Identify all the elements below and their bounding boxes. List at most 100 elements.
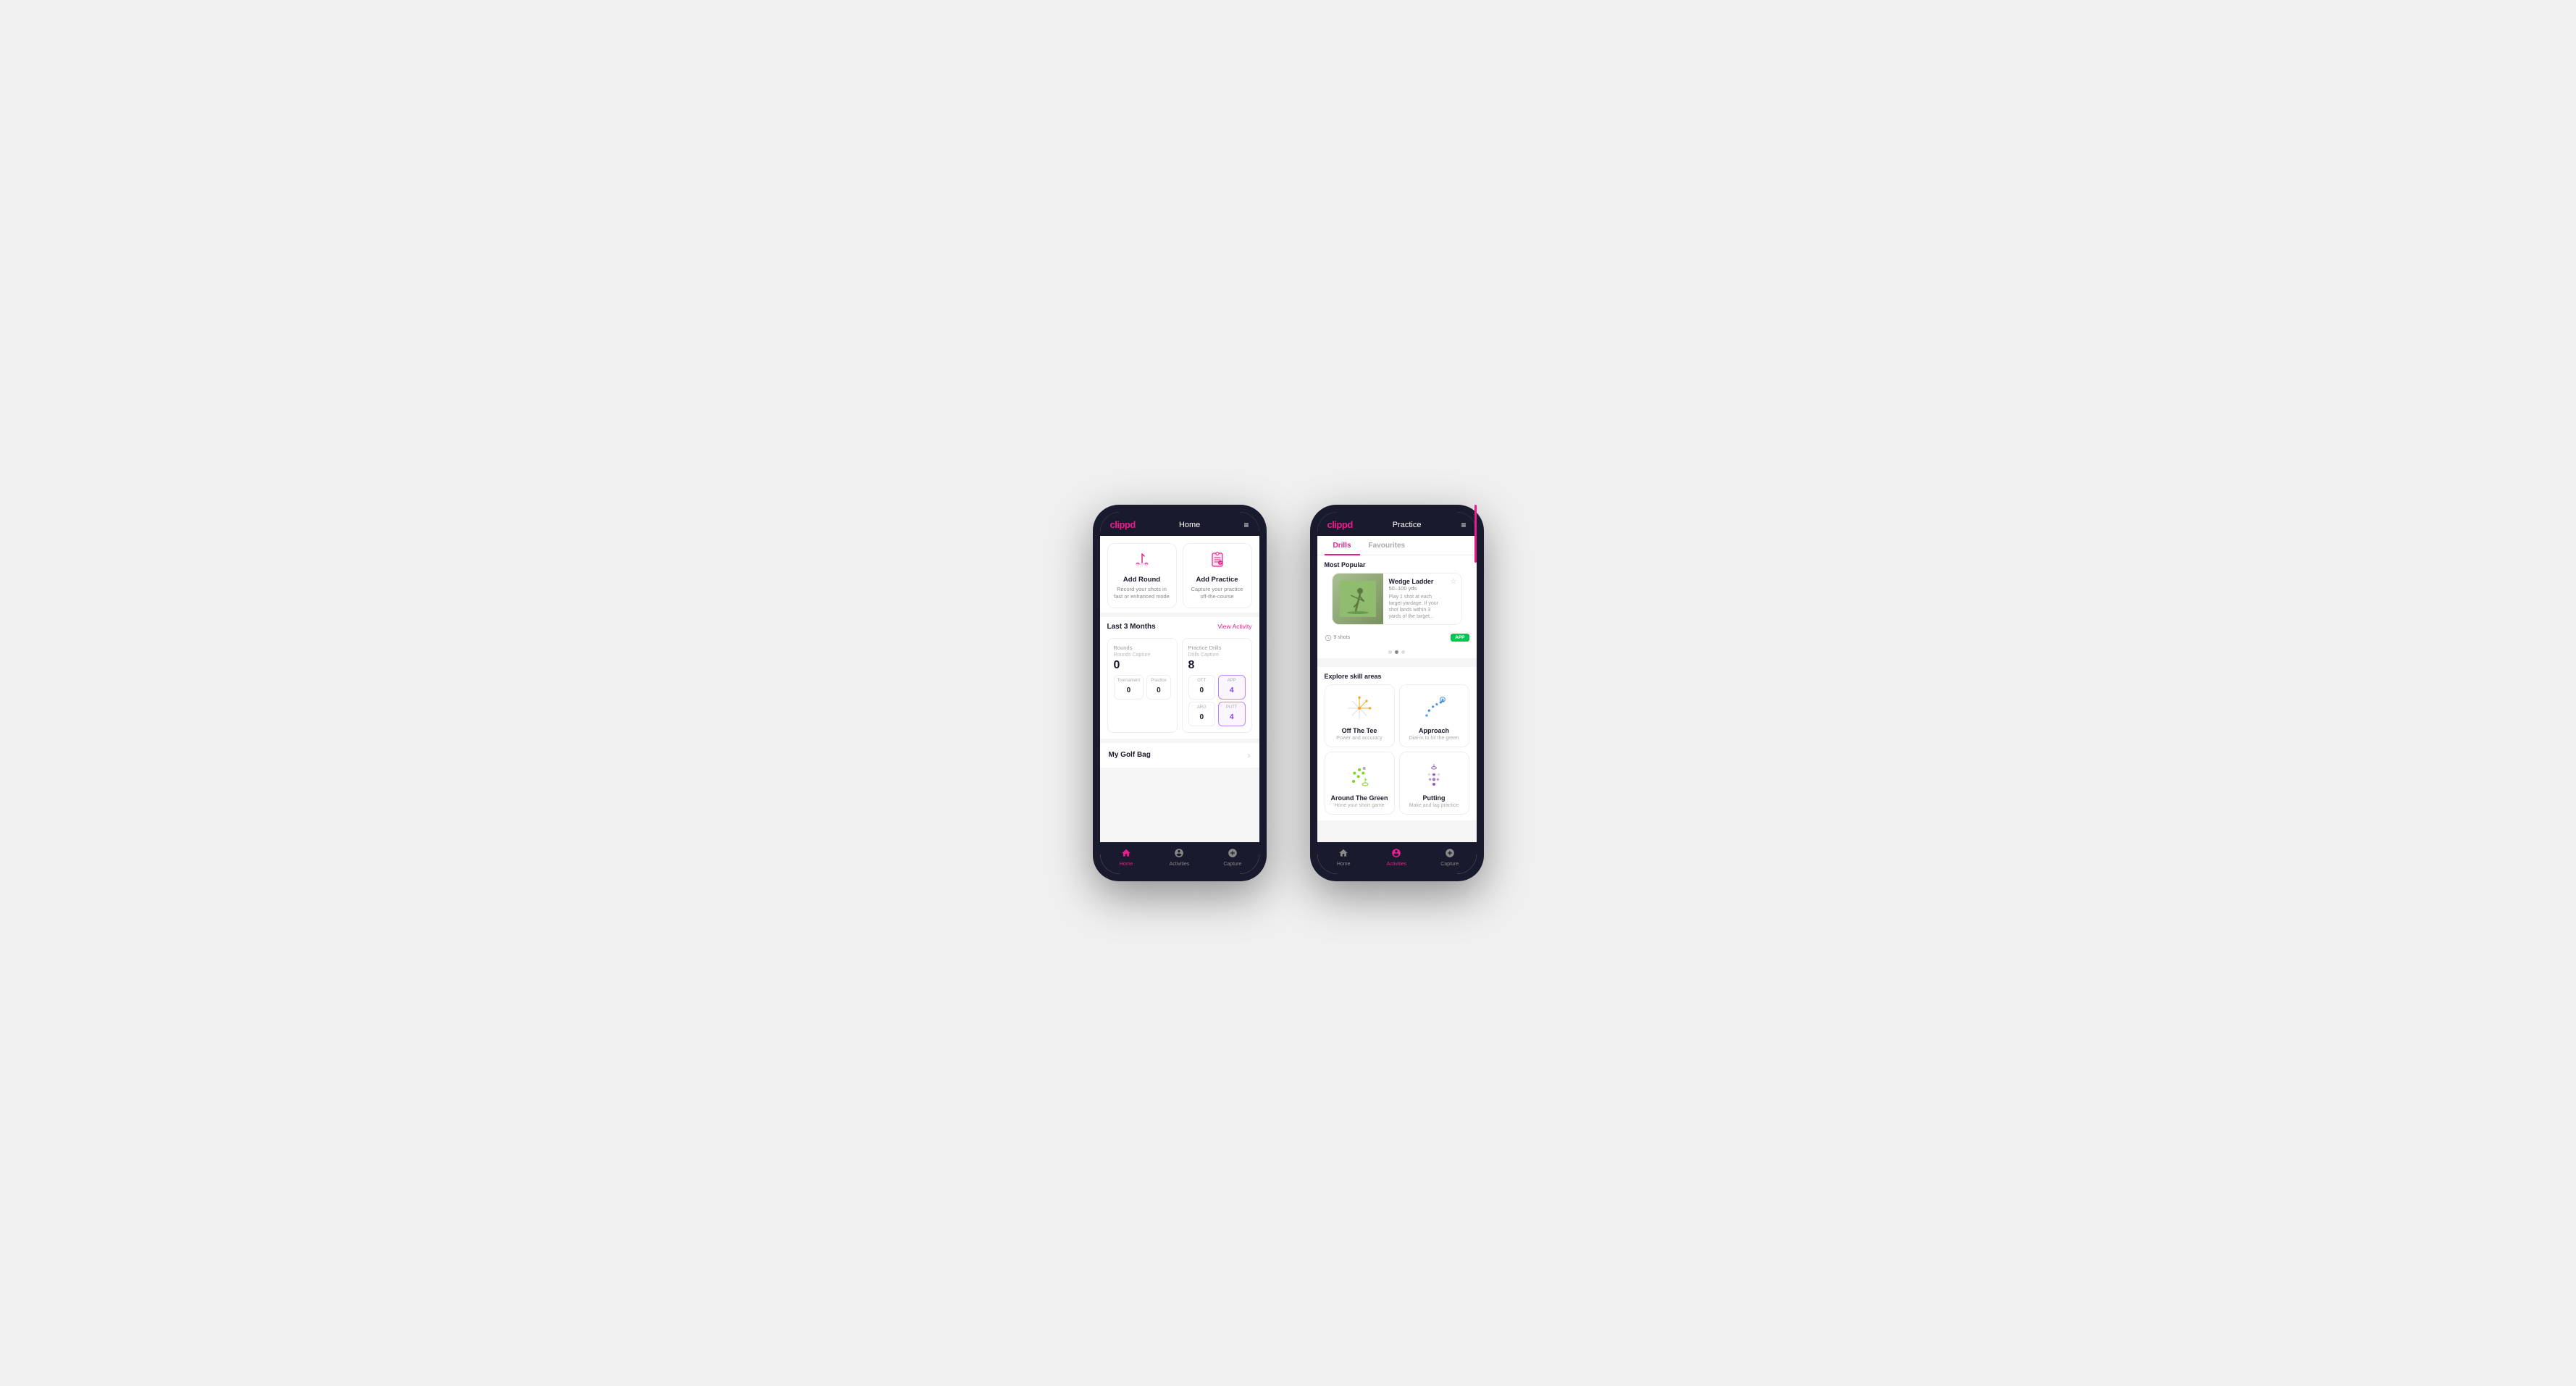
add-round-card[interactable]: Add Round Record your shots in fast or e…	[1107, 543, 1177, 608]
golf-bag-row[interactable]: My Golf Bag ›	[1100, 739, 1259, 768]
drill-footer: 9 shots APP	[1325, 631, 1469, 647]
app-logo: clippd	[1110, 519, 1136, 530]
practice-bottom-nav: Home Activities Capture	[1317, 842, 1477, 874]
off-the-tee-icon-area	[1331, 692, 1388, 724]
off-the-tee-title: Off The Tee	[1331, 727, 1388, 734]
drills-label: Practice Drills	[1188, 644, 1246, 651]
explore-label: Explore skill areas	[1317, 663, 1477, 684]
most-popular-label: Most Popular	[1317, 555, 1477, 573]
nav-capture[interactable]: Capture	[1206, 842, 1259, 874]
rounds-stat-box: Rounds Rounds Capture 0 Tournament 0 Pra…	[1107, 638, 1178, 733]
practice-nav-capture[interactable]: Capture	[1423, 842, 1476, 874]
drill-card-container: Wedge Ladder 50–100 yds Play 1 shot at e…	[1317, 573, 1477, 647]
drill-app-badge: APP	[1451, 634, 1469, 642]
screen-content: Add Round Record your shots in fast or e…	[1100, 536, 1259, 842]
practice-screen: clippd Practice ≡ Drills Favourites Most…	[1317, 512, 1477, 874]
skill-around-the-green[interactable]: Around The Green Hone your short game	[1325, 752, 1395, 815]
drill-shots-label: 9 shots	[1325, 634, 1351, 642]
putt-label: PUTT	[1222, 705, 1242, 710]
menu-icon[interactable]: ≡	[1243, 520, 1249, 530]
skill-grid: Off The Tee Power and accuracy	[1317, 684, 1477, 820]
home-screen: clippd Home ≡	[1100, 512, 1259, 874]
view-activity-link[interactable]: View Activity	[1217, 623, 1251, 630]
phone-practice: clippd Practice ≡ Drills Favourites Most…	[1310, 505, 1484, 881]
skill-approach[interactable]: Approach Dial-in to hit the green	[1399, 684, 1469, 747]
nav-capture-label: Capture	[1223, 862, 1241, 867]
accent-bar	[1474, 555, 1477, 563]
putting-title: Putting	[1406, 794, 1463, 802]
putting-icon-area	[1406, 760, 1463, 791]
add-practice-icon	[1189, 551, 1246, 573]
dot-1	[1388, 650, 1392, 654]
practice-app-logo: clippd	[1327, 519, 1353, 530]
practice-header: clippd Practice ≡	[1317, 512, 1477, 536]
approach-title: Approach	[1406, 727, 1463, 734]
practice-nav-capture-label: Capture	[1440, 862, 1459, 867]
around-the-green-title: Around The Green	[1331, 794, 1388, 802]
off-the-tee-desc: Power and accuracy	[1331, 736, 1388, 741]
practice-label: Practice	[1150, 679, 1167, 683]
carousel-dots	[1317, 647, 1477, 658]
putting-desc: Make and lag practice	[1406, 803, 1463, 808]
drills-total: 8	[1188, 659, 1246, 672]
action-cards-row: Add Round Record your shots in fast or e…	[1100, 536, 1259, 613]
golf-bag-label: My Golf Bag	[1109, 751, 1151, 759]
stats-container: Rounds Rounds Capture 0 Tournament 0 Pra…	[1100, 634, 1259, 739]
rounds-sub-stats: Tournament 0 Practice 0	[1114, 675, 1171, 700]
rounds-label: Rounds	[1114, 644, 1171, 651]
add-round-icon	[1114, 551, 1170, 573]
arg-value: 0	[1199, 713, 1204, 721]
add-practice-desc: Capture your practice off-the-course	[1189, 586, 1246, 600]
tournament-stat: Tournament 0	[1114, 675, 1144, 700]
drill-desc: Play 1 shot at each target yardage. If y…	[1389, 594, 1444, 620]
app-stat: APP 4	[1218, 675, 1246, 700]
approach-desc: Dial-in to hit the green	[1406, 736, 1463, 741]
rounds-total: 0	[1114, 659, 1171, 672]
around-the-green-icon-area	[1331, 760, 1388, 791]
capture-icon	[1228, 848, 1238, 860]
app-label: APP	[1222, 679, 1242, 683]
dot-2	[1395, 650, 1398, 654]
nav-home[interactable]: Home	[1100, 842, 1153, 874]
add-practice-title: Add Practice	[1189, 576, 1246, 584]
practice-screen-content: Most Popular	[1317, 555, 1477, 842]
practice-page-title: Practice	[1393, 521, 1422, 529]
nav-home-label: Home	[1120, 862, 1133, 867]
drill-card-wedge-ladder[interactable]: Wedge Ladder 50–100 yds Play 1 shot at e…	[1332, 573, 1462, 625]
practice-nav-home-label: Home	[1337, 862, 1351, 867]
practice-nav-home[interactable]: Home	[1317, 842, 1370, 874]
drill-thumbnail	[1333, 574, 1383, 624]
add-round-desc: Record your shots in fast or enhanced mo…	[1114, 586, 1170, 600]
star-icon[interactable]: ☆	[1451, 578, 1457, 586]
add-round-title: Add Round	[1114, 576, 1170, 584]
skill-off-the-tee[interactable]: Off The Tee Power and accuracy	[1325, 684, 1395, 747]
drills-sub-stats-2: ARG 0 PUTT 4	[1188, 702, 1246, 726]
bottom-nav: Home Activities Capture	[1100, 842, 1259, 874]
ott-value: 0	[1199, 686, 1204, 694]
activities-icon	[1174, 848, 1184, 860]
skill-putting[interactable]: Putting Make and lag practice	[1399, 752, 1469, 815]
explore-section: Explore skill areas	[1317, 658, 1477, 820]
tab-favourites[interactable]: Favourites	[1360, 536, 1414, 555]
drill-name: Wedge Ladder	[1389, 578, 1444, 585]
tournament-label: Tournament	[1117, 679, 1141, 683]
drill-card-info: Wedge Ladder 50–100 yds Play 1 shot at e…	[1383, 574, 1461, 624]
arg-label: ARG	[1192, 705, 1212, 710]
nav-activities[interactable]: Activities	[1153, 842, 1206, 874]
phone-home: clippd Home ≡	[1093, 505, 1267, 881]
arg-stat: ARG 0	[1188, 702, 1216, 726]
ott-label: OTT	[1192, 679, 1212, 683]
practice-menu-icon[interactable]: ≡	[1461, 520, 1466, 530]
around-the-green-desc: Hone your short game	[1331, 803, 1388, 808]
tab-drills[interactable]: Drills	[1325, 536, 1360, 555]
add-practice-card[interactable]: Add Practice Capture your practice off-t…	[1183, 543, 1252, 608]
rounds-capture-label: Rounds Capture	[1114, 652, 1171, 658]
practice-activities-icon	[1391, 848, 1401, 860]
putt-value: 4	[1230, 713, 1234, 721]
tournament-value: 0	[1127, 686, 1131, 694]
nav-activities-label: Activities	[1170, 862, 1190, 867]
home-icon	[1121, 848, 1131, 860]
practice-nav-activities[interactable]: Activities	[1370, 842, 1423, 874]
app-header: clippd Home ≡	[1100, 512, 1259, 536]
chevron-right-icon: ›	[1248, 750, 1251, 760]
